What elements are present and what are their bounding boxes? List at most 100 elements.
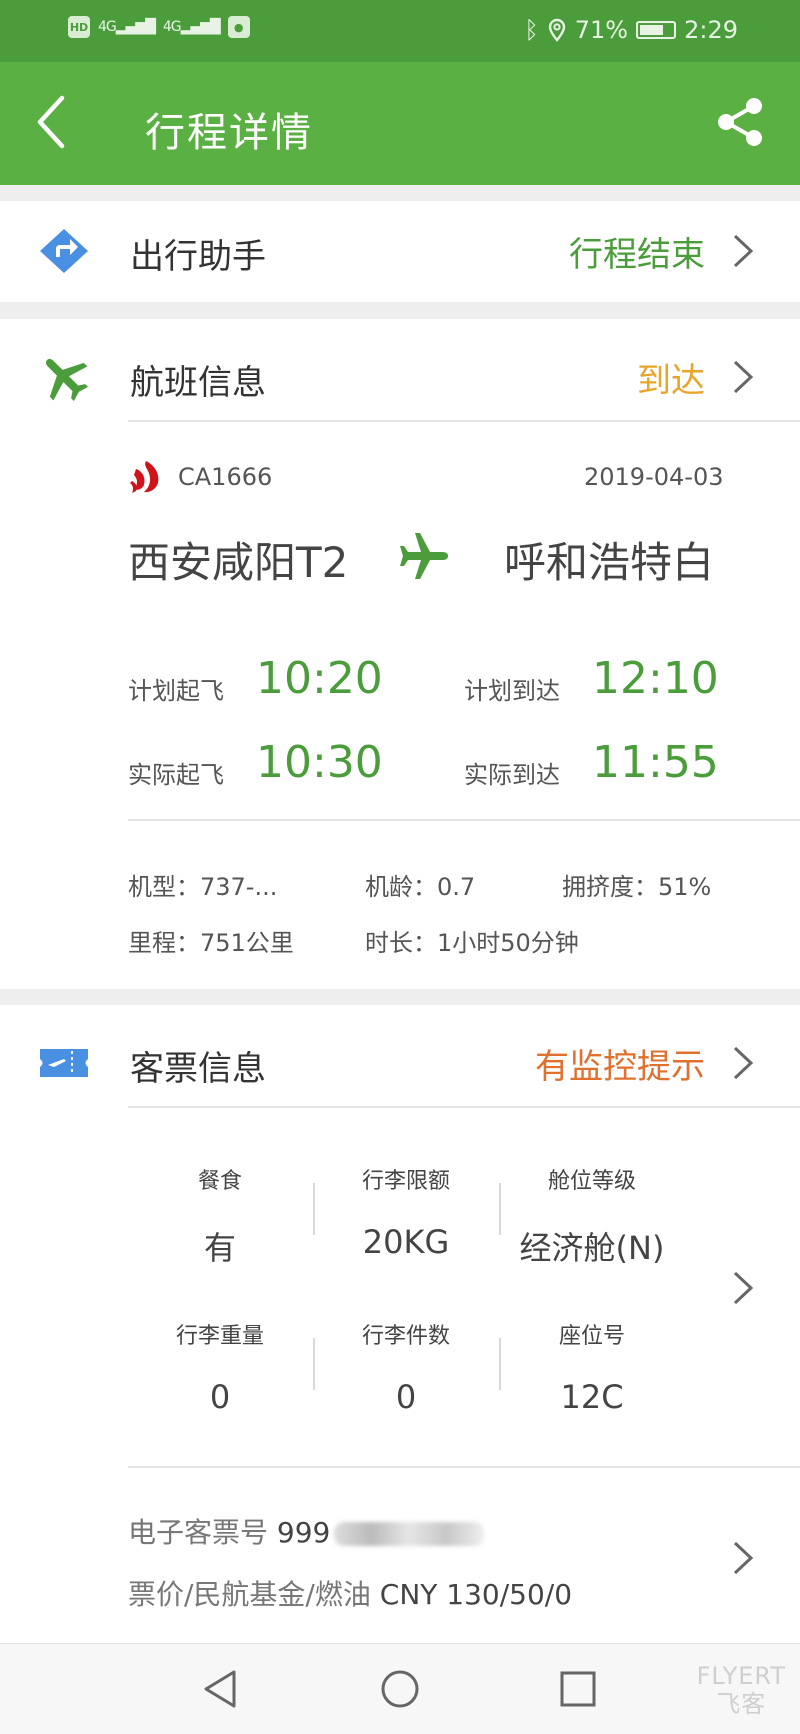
assistant-card[interactable]: 出行助手 行程结束 bbox=[0, 201, 800, 302]
seat-label: 座位号 bbox=[558, 1324, 625, 1349]
chevron-right-icon bbox=[733, 234, 754, 268]
home-circle-icon[interactable] bbox=[377, 1666, 423, 1712]
departure-city: 西安咸阳T2 bbox=[128, 538, 349, 587]
divider bbox=[128, 819, 800, 821]
flight-card: 航班信息 到达 CA1666 2019-04-03 西安咸阳T2 呼和浩特白 计… bbox=[0, 319, 800, 989]
meal-label: 餐食 bbox=[197, 1169, 242, 1194]
page-title: 行程详情 bbox=[145, 110, 313, 156]
chevron-right-icon[interactable] bbox=[732, 1540, 754, 1576]
flight-number: CA1666 bbox=[178, 463, 273, 491]
watermark-line-2: 飞客 bbox=[716, 1690, 767, 1718]
ticket-card: 客票信息 有监控提示 餐食 有 行李限额 20KG 舱位等级 经济舱(N) 行李… bbox=[0, 1005, 800, 1643]
fare-info: 票价/民航基金/燃油 CNY 130/50/0 bbox=[128, 1573, 572, 1613]
cabin-class-value: 经济舱(N) bbox=[519, 1229, 665, 1267]
planned-arrival-time: 12:10 bbox=[592, 653, 719, 704]
recents-square-icon[interactable] bbox=[555, 1666, 601, 1712]
separator bbox=[499, 1338, 501, 1390]
fare-label: 票价/民航基金/燃油 bbox=[128, 1578, 371, 1611]
battery-percent: 71% bbox=[574, 16, 629, 44]
system-nav-bar: FLYERT 飞客 bbox=[0, 1643, 800, 1734]
meal-cell: 餐食 有 bbox=[130, 1163, 310, 1269]
battery-icon bbox=[636, 21, 677, 39]
fare-value: CNY 130/50/0 bbox=[379, 1578, 573, 1611]
status-right: ᛒ 71% 2:29 bbox=[524, 16, 738, 44]
flight-header-row[interactable]: 航班信息 到达 bbox=[0, 327, 800, 427]
actual-arrival-time: 11:55 bbox=[592, 737, 719, 788]
baggage-count-cell: 行李件数 0 bbox=[316, 1318, 496, 1416]
signal-icon: 4G▂▄▆█ bbox=[98, 19, 156, 35]
signal-icon-2: 4G▂▄▆█ bbox=[162, 19, 221, 35]
assistant-row[interactable]: 出行助手 行程结束 bbox=[0, 201, 800, 301]
divider bbox=[128, 1466, 800, 1468]
separator bbox=[313, 1338, 315, 1390]
distance-label: 里程： bbox=[128, 929, 200, 957]
distance: 里程：751公里 bbox=[128, 923, 294, 958]
directions-icon bbox=[40, 229, 88, 273]
status-left: HD 4G▂▄▆█ 4G▂▄▆█ ● bbox=[68, 16, 250, 38]
divider bbox=[128, 1106, 800, 1108]
app-notification-icon: ● bbox=[227, 16, 250, 38]
airline-logo-icon bbox=[130, 461, 159, 493]
planned-arrival-label: 计划到达 bbox=[464, 677, 560, 705]
hd-icon: HD bbox=[68, 16, 90, 38]
separator bbox=[499, 1183, 501, 1235]
redacted-blur bbox=[334, 1522, 485, 1546]
eticket-value: 999 bbox=[276, 1516, 331, 1549]
baggage-count-label: 行李件数 bbox=[361, 1324, 450, 1349]
back-arrow-icon[interactable] bbox=[34, 92, 74, 152]
aircraft-age: 机龄：0.7 bbox=[365, 867, 475, 902]
actual-departure-label: 实际起飞 bbox=[128, 761, 224, 789]
arrival-city: 呼和浩特白 bbox=[504, 538, 715, 587]
seat-value: 12C bbox=[560, 1378, 624, 1416]
airplane-icon bbox=[400, 533, 448, 579]
aircraft-type: 机型：737-... bbox=[128, 867, 277, 902]
chevron-right-icon[interactable] bbox=[732, 1270, 754, 1306]
airplane-icon bbox=[45, 358, 89, 402]
actual-arrival-label: 实际到达 bbox=[464, 761, 560, 789]
crowd-value: 51% bbox=[658, 873, 712, 901]
seat-cell: 座位号 12C bbox=[502, 1318, 682, 1416]
watermark: FLYERT 飞客 bbox=[697, 1662, 786, 1718]
cabin-class-label: 舱位等级 bbox=[547, 1169, 636, 1194]
network-label-1: 4G bbox=[98, 19, 117, 35]
distance-value: 751公里 bbox=[200, 929, 294, 957]
separator bbox=[313, 1183, 315, 1235]
watermark-line-1: FLYERT bbox=[696, 1662, 786, 1690]
chevron-right-icon bbox=[733, 1046, 754, 1080]
baggage-count-value: 0 bbox=[395, 1378, 417, 1416]
battery-fill bbox=[640, 25, 663, 35]
status-bar: HD 4G▂▄▆█ 4G▂▄▆█ ● ᛒ 71% 2:29 bbox=[0, 0, 800, 62]
network-label-2: 4G bbox=[162, 19, 182, 35]
ticket-icon bbox=[40, 1049, 88, 1077]
duration-value: 1小时50分钟 bbox=[437, 929, 579, 957]
age-label: 机龄： bbox=[365, 873, 437, 901]
clock: 2:29 bbox=[684, 16, 738, 44]
actual-departure-time: 10:30 bbox=[256, 737, 383, 788]
crowdedness: 拥挤度：51% bbox=[562, 867, 711, 902]
duration-label: 时长： bbox=[365, 929, 437, 957]
meal-value: 有 bbox=[203, 1229, 236, 1267]
location-icon bbox=[548, 18, 565, 42]
ticket-label: 客票信息 bbox=[130, 1049, 266, 1089]
eticket-number: 电子客票号 999 bbox=[128, 1511, 485, 1551]
eticket-label: 电子客票号 bbox=[128, 1516, 269, 1549]
planned-departure-label: 计划起飞 bbox=[128, 677, 224, 705]
flight-label: 航班信息 bbox=[130, 363, 266, 403]
baggage-limit-value: 20KG bbox=[362, 1223, 450, 1261]
planned-departure-time: 10:20 bbox=[256, 653, 383, 704]
aircraft-value: 737-... bbox=[200, 873, 278, 901]
age-value: 0.7 bbox=[437, 873, 476, 901]
aircraft-label: 机型： bbox=[128, 873, 200, 901]
bluetooth-icon: ᛒ bbox=[524, 16, 539, 44]
trip-status: 行程结束 bbox=[569, 235, 705, 275]
divider bbox=[128, 420, 800, 422]
back-triangle-icon[interactable] bbox=[198, 1666, 244, 1712]
flight-date: 2019-04-03 bbox=[584, 463, 724, 491]
app-bar: 行程详情 bbox=[0, 62, 800, 185]
baggage-weight-value: 0 bbox=[209, 1378, 231, 1416]
assistant-label: 出行助手 bbox=[130, 237, 266, 277]
share-icon[interactable] bbox=[714, 96, 766, 148]
chevron-right-icon bbox=[733, 360, 754, 394]
baggage-limit-label: 行李限额 bbox=[361, 1169, 450, 1194]
ticket-header-row[interactable]: 客票信息 有监控提示 bbox=[0, 1013, 800, 1113]
